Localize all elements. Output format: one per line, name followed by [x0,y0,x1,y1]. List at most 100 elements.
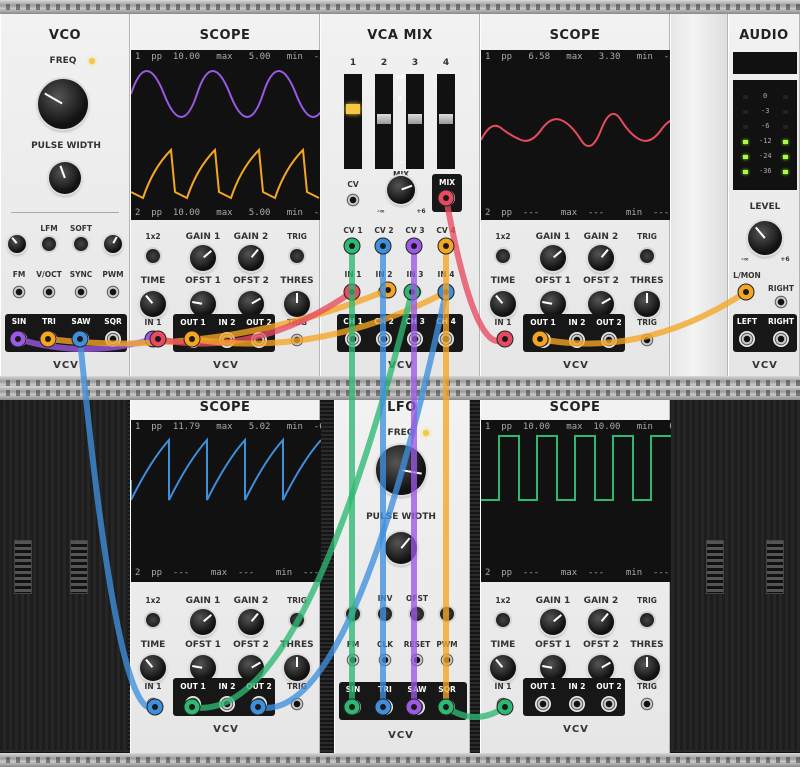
gain2-knob[interactable] [238,609,264,635]
x2-button[interactable] [146,613,160,627]
time-knob[interactable] [140,655,166,681]
x2-button[interactable] [496,613,510,627]
fm-input-jack[interactable] [11,284,27,300]
gain2-knob[interactable] [588,609,614,635]
ch4-output-jack[interactable] [438,331,454,347]
sync-input-jack[interactable] [73,284,89,300]
trig-jack[interactable] [289,696,305,712]
sin-output-jack[interactable] [11,331,27,347]
time-knob[interactable] [490,291,516,317]
gain2-knob[interactable] [588,245,614,271]
lfm-switch[interactable] [42,237,56,251]
cv4-jack[interactable] [438,238,454,254]
sin-output-jack[interactable] [345,699,361,715]
fader-handle[interactable] [377,114,391,124]
channel-1-fader[interactable] [344,74,362,169]
mix-cv-jack[interactable] [345,192,361,208]
thres-knob[interactable] [634,655,660,681]
right-input-jack[interactable] [773,294,789,310]
pulse-width-knob[interactable] [49,162,81,194]
fader-handle[interactable] [408,114,422,124]
in2-jack[interactable] [569,332,585,348]
reset-input-jack[interactable] [409,652,425,668]
out2-jack[interactable] [601,696,617,712]
trig-button[interactable] [290,613,304,627]
pwm-input-jack[interactable] [439,652,455,668]
saw-output-jack[interactable] [409,699,425,715]
trig-jack[interactable] [289,332,305,348]
trig-button[interactable] [290,249,304,263]
in1-jack[interactable] [345,284,361,300]
soft-switch[interactable] [74,237,88,251]
freq-knob[interactable] [376,445,426,495]
saw-output-jack[interactable] [73,331,89,347]
trig-button[interactable] [640,613,654,627]
in1-jack[interactable] [145,332,161,348]
in2-jack[interactable] [569,696,585,712]
x2-button[interactable] [496,249,510,263]
out2-jack[interactable] [601,332,617,348]
time-knob[interactable] [140,291,166,317]
x2-button[interactable] [146,249,160,263]
ch2-output-jack[interactable] [376,331,392,347]
sqr-output-jack[interactable] [105,331,121,347]
pwm-input-jack[interactable] [105,284,121,300]
tri-output-jack[interactable] [41,331,57,347]
in2-jack[interactable] [376,284,392,300]
tri-output-jack[interactable] [377,699,393,715]
trig-jack[interactable] [639,696,655,712]
time-knob[interactable] [490,655,516,681]
fader-handle[interactable] [439,114,453,124]
fader-handle[interactable] [346,104,360,114]
channel-3-fader[interactable] [406,74,424,169]
out2-jack[interactable] [251,696,267,712]
pulse-width-knob[interactable] [385,532,417,564]
right-output-jack[interactable] [773,331,789,347]
trig-jack[interactable] [639,332,655,348]
in1-jack[interactable] [145,696,161,712]
trig-button[interactable] [640,249,654,263]
mix-knob[interactable] [387,176,415,204]
in1-jack[interactable] [495,332,511,348]
cv2-jack[interactable] [376,238,392,254]
out1-jack[interactable] [185,696,201,712]
thres-knob[interactable] [284,291,310,317]
fm-knob[interactable] [8,235,26,253]
ch3-output-jack[interactable] [407,331,423,347]
in3-jack[interactable] [407,284,423,300]
gain1-knob[interactable] [540,245,566,271]
level-knob[interactable] [748,221,782,255]
in2-jack[interactable] [219,696,235,712]
gain2-knob[interactable] [238,245,264,271]
lmon-input-jack[interactable] [739,284,755,300]
gain1-knob[interactable] [540,609,566,635]
pwm-knob[interactable] [104,235,122,253]
in2-jack[interactable] [219,332,235,348]
freq-knob[interactable] [38,79,88,129]
gain1-knob[interactable] [190,245,216,271]
cv1-jack[interactable] [345,238,361,254]
knob-small[interactable] [346,607,360,621]
left-output-jack[interactable] [739,331,755,347]
thres-knob[interactable] [634,291,660,317]
mix-output-jack[interactable] [439,190,455,206]
ch1-output-jack[interactable] [345,331,361,347]
out2-jack[interactable] [251,332,267,348]
knob-small[interactable] [440,607,454,621]
inv-switch[interactable] [378,607,392,621]
fm-input-jack[interactable] [345,652,361,668]
thres-knob[interactable] [284,655,310,681]
ofst-switch[interactable] [410,607,424,621]
in1-jack[interactable] [495,696,511,712]
clk-input-jack[interactable] [377,652,393,668]
out1-jack[interactable] [185,332,201,348]
out1-jack[interactable] [535,696,551,712]
in4-jack[interactable] [438,284,454,300]
out1-jack[interactable] [535,332,551,348]
channel-2-fader[interactable] [375,74,393,169]
gain1-knob[interactable] [190,609,216,635]
sqr-output-jack[interactable] [439,699,455,715]
channel-4-fader[interactable] [437,74,455,169]
voct-input-jack[interactable] [41,284,57,300]
cv3-jack[interactable] [407,238,423,254]
